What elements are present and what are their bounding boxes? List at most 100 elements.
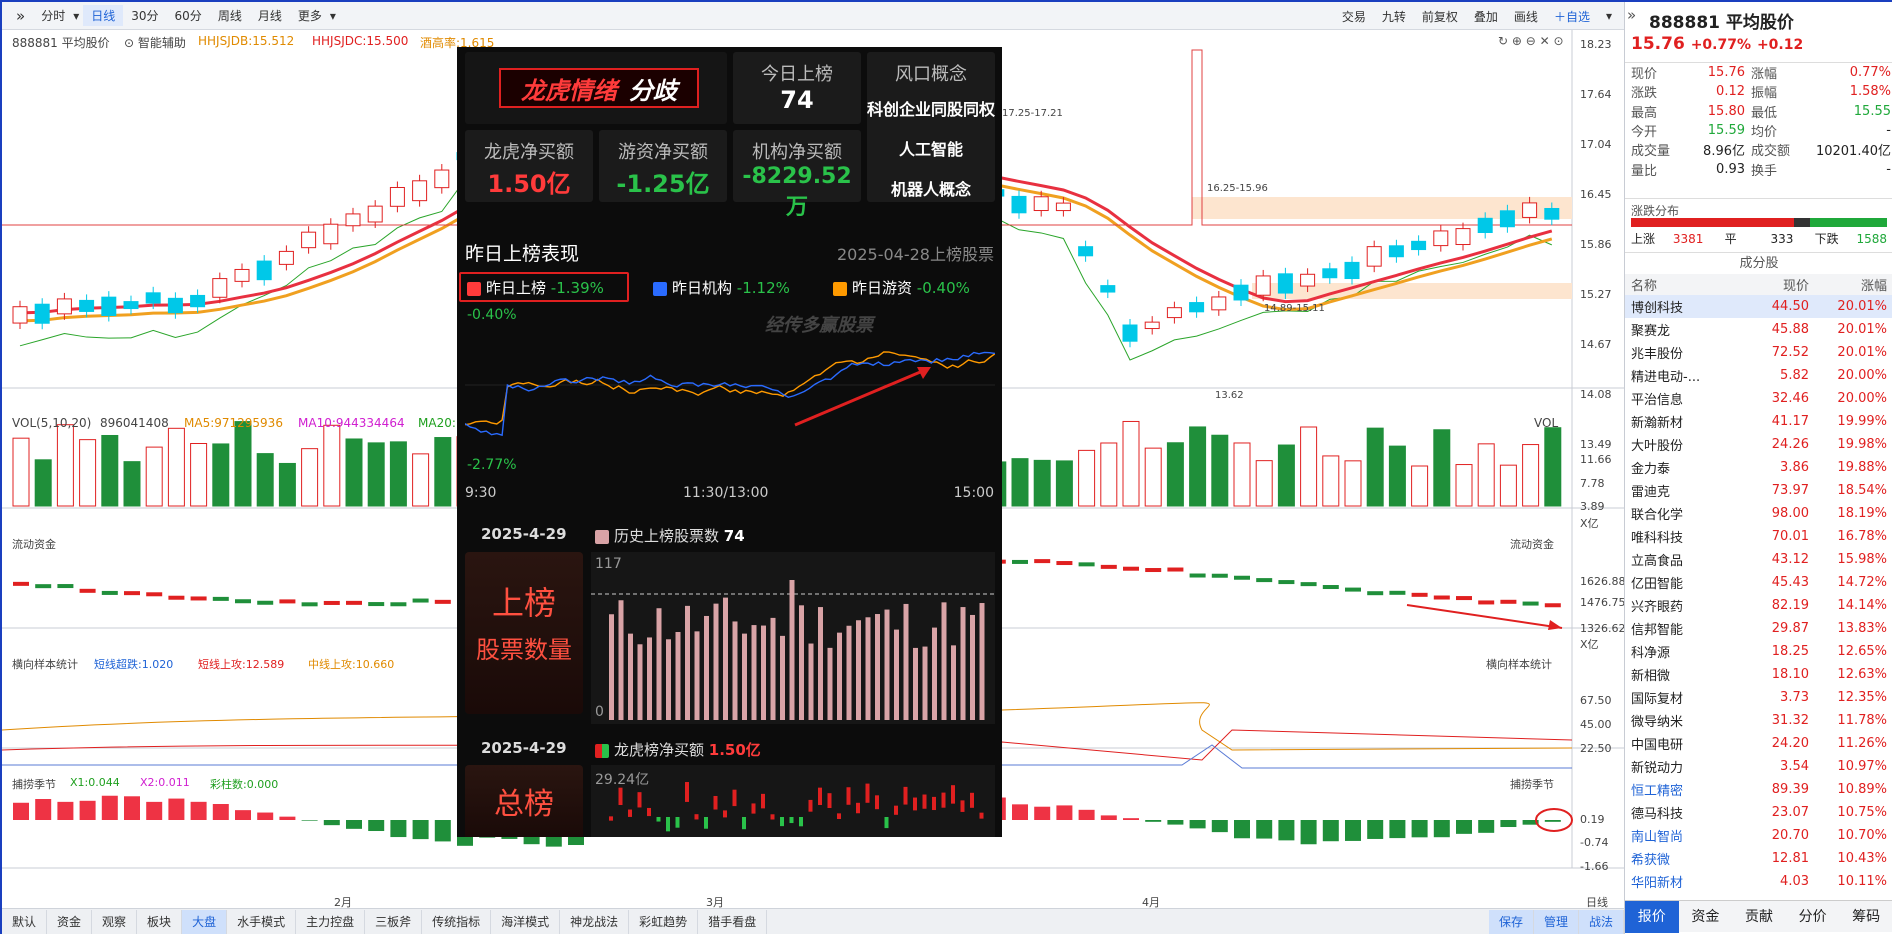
- panel-tab[interactable]: 报价: [1625, 901, 1679, 933]
- tab-fenshi[interactable]: 分时: [33, 5, 73, 26]
- list-item[interactable]: 新瀚新材 41.17 19.99%: [1625, 410, 1892, 433]
- chevron-down-icon[interactable]: ▾: [73, 9, 83, 23]
- candle: [1344, 261, 1360, 280]
- s1-bar: [951, 645, 956, 720]
- expand-icon[interactable]: »: [8, 5, 33, 27]
- list-item[interactable]: 雷迪克 73.97 18.54%: [1625, 479, 1892, 502]
- candle: [1277, 273, 1293, 294]
- list-item[interactable]: 华阳新材 4.03 10.11%: [1625, 870, 1892, 893]
- candle: [1455, 228, 1471, 246]
- legend-yesterday[interactable]: 昨日上榜 -1.39%: [467, 277, 604, 298]
- assist-toggle[interactable]: ⊙ 智能辅助: [124, 34, 186, 51]
- concept-item[interactable]: 人工智能: [867, 136, 995, 160]
- candle: [56, 298, 72, 315]
- dragon-tiger-popup[interactable]: 龙虎情绪 分歧 今日上榜 74 风口概念 科创企业同股同权 人工智能 机器人概念…: [457, 47, 1002, 837]
- list-item[interactable]: 亿田智能 45.43 14.72%: [1625, 571, 1892, 594]
- list-item[interactable]: 聚赛龙 45.88 20.01%: [1625, 318, 1892, 341]
- list-item[interactable]: 信邦智能 29.87 13.83%: [1625, 617, 1892, 640]
- indicator-tab[interactable]: 传统指标: [422, 909, 492, 934]
- list-item[interactable]: 兴齐眼药 82.19 14.14%: [1625, 594, 1892, 617]
- indicator-tab[interactable]: 主力控盘: [296, 909, 366, 934]
- jiuzhuan-button[interactable]: 九转: [1374, 6, 1414, 27]
- list-item[interactable]: 平治信息 32.46 20.00%: [1625, 387, 1892, 410]
- list-item[interactable]: 金力泰 3.86 19.88%: [1625, 456, 1892, 479]
- col-name[interactable]: 名称: [1625, 275, 1735, 294]
- strategy-button[interactable]: 战法: [1578, 909, 1624, 934]
- concept-item[interactable]: 科创企业同股同权: [867, 96, 995, 120]
- indicator-tab[interactable]: 彩虹趋势: [629, 909, 699, 934]
- trade-button[interactable]: 交易: [1334, 6, 1374, 27]
- panel-tabs: 报价 资金 贡献 分价 筹码: [1625, 900, 1892, 933]
- list-item[interactable]: 兆丰股份 72.52 20.01%: [1625, 341, 1892, 364]
- col-price[interactable]: 现价: [1735, 275, 1809, 294]
- panel-tab[interactable]: 分价: [1786, 901, 1840, 933]
- bz-bar: [323, 820, 340, 826]
- list-item[interactable]: 德马科技 23.07 10.75%: [1625, 801, 1892, 824]
- list-item[interactable]: 中国电研 24.20 11.26%: [1625, 732, 1892, 755]
- list-item[interactable]: 博创科技 44.50 20.01%: [1625, 295, 1892, 318]
- list-item[interactable]: 立高食品 43.12 15.98%: [1625, 548, 1892, 571]
- list-item[interactable]: 大叶股份 24.26 19.98%: [1625, 433, 1892, 456]
- indicator-tab[interactable]: 三板斧: [365, 909, 423, 934]
- draw-button[interactable]: 画线: [1506, 6, 1546, 27]
- s2-bar: [913, 797, 917, 811]
- panel-tab[interactable]: 贡献: [1732, 901, 1786, 933]
- s2-bar: [865, 783, 870, 803]
- list-item[interactable]: 南山智尚 20.70 10.70%: [1625, 824, 1892, 847]
- panel-toggle-icon[interactable]: »: [1625, 2, 1639, 28]
- annotation-low: 13.62: [1215, 390, 1244, 401]
- s1-bar: [694, 631, 700, 720]
- overlay-button[interactable]: 叠加: [1466, 6, 1506, 27]
- list-item[interactable]: 恒工精密 89.39 10.89%: [1625, 778, 1892, 801]
- adjust-button[interactable]: 前复权: [1414, 6, 1466, 27]
- indicator-tab[interactable]: 大盘: [182, 909, 228, 934]
- collapse-icon[interactable]: ▾: [1598, 7, 1620, 25]
- indicator-tab[interactable]: 默认: [2, 909, 48, 934]
- list-item[interactable]: 新锐动力 3.54 10.97%: [1625, 755, 1892, 778]
- chart-controls-icons[interactable]: ↻ ⊕ ⊖ ✕ ⊙: [1498, 34, 1564, 48]
- indicator-tab[interactable]: 猎手看盘: [698, 909, 768, 934]
- col-change[interactable]: 涨幅: [1809, 275, 1887, 294]
- volume-bar: [56, 424, 74, 507]
- today-count-card: 今日上榜 74: [733, 52, 861, 124]
- chevron-down-icon[interactable]: ▾: [330, 9, 336, 23]
- indicator-tab[interactable]: 海洋模式: [491, 909, 561, 934]
- tab-30min[interactable]: 30分: [123, 5, 166, 26]
- legend-hotmoney[interactable]: 昨日游资 -0.40%: [833, 277, 970, 298]
- list-item[interactable]: 新相微 18.10 12.63%: [1625, 663, 1892, 686]
- manage-button[interactable]: 管理: [1533, 909, 1579, 934]
- stock-cell: 德马科技: [1631, 807, 1684, 822]
- tab-more[interactable]: 更多: [290, 5, 330, 26]
- flow-right-label: 流动资金: [1510, 538, 1554, 551]
- indicator-tab[interactable]: 观察: [92, 909, 138, 934]
- stock-cell: 43.12: [1771, 552, 1809, 567]
- list-item[interactable]: 唯科科技 70.01 16.78%: [1625, 525, 1892, 548]
- list-item[interactable]: 国际复材 3.73 12.35%: [1625, 686, 1892, 709]
- indicator-tab[interactable]: 板块: [137, 909, 183, 934]
- hx-tick: 22.50: [1580, 742, 1612, 755]
- save-button[interactable]: 保存: [1488, 909, 1534, 934]
- panel-tab[interactable]: 资金: [1679, 901, 1733, 933]
- tab-60min[interactable]: 60分: [167, 5, 210, 26]
- indicator-tab[interactable]: 神龙战法: [560, 909, 630, 934]
- indicator-tab[interactable]: 资金: [47, 909, 93, 934]
- indicator-tab[interactable]: 水手模式: [227, 909, 297, 934]
- s2-bar: [941, 792, 946, 808]
- volume-bar: [1522, 444, 1540, 507]
- add-watchlist-button[interactable]: ＋自选: [1546, 6, 1598, 27]
- list-item[interactable]: 微导纳米 31.32 11.78%: [1625, 709, 1892, 732]
- concept-item[interactable]: 机器人概念: [867, 176, 995, 200]
- tab-weekly[interactable]: 周线: [210, 5, 250, 26]
- s1-min: 0: [595, 704, 604, 720]
- list-item[interactable]: 精进电动-... 5.82 20.00%: [1625, 364, 1892, 387]
- tab-monthly[interactable]: 月线: [250, 5, 290, 26]
- price-tick: 14.08: [1580, 388, 1612, 401]
- list-item[interactable]: 联合化学 98.00 18.19%: [1625, 502, 1892, 525]
- jg-net-value: -8229.52万: [742, 164, 852, 220]
- panel-tab[interactable]: 筹码: [1839, 901, 1892, 933]
- quote-cell: 0.77%: [1849, 65, 1891, 81]
- list-item[interactable]: 希获微 12.81 10.43%: [1625, 847, 1892, 870]
- legend-institution[interactable]: 昨日机构 -1.12%: [653, 277, 790, 298]
- tab-daily[interactable]: 日线: [83, 5, 124, 26]
- list-item[interactable]: 科净源 18.25 12.65%: [1625, 640, 1892, 663]
